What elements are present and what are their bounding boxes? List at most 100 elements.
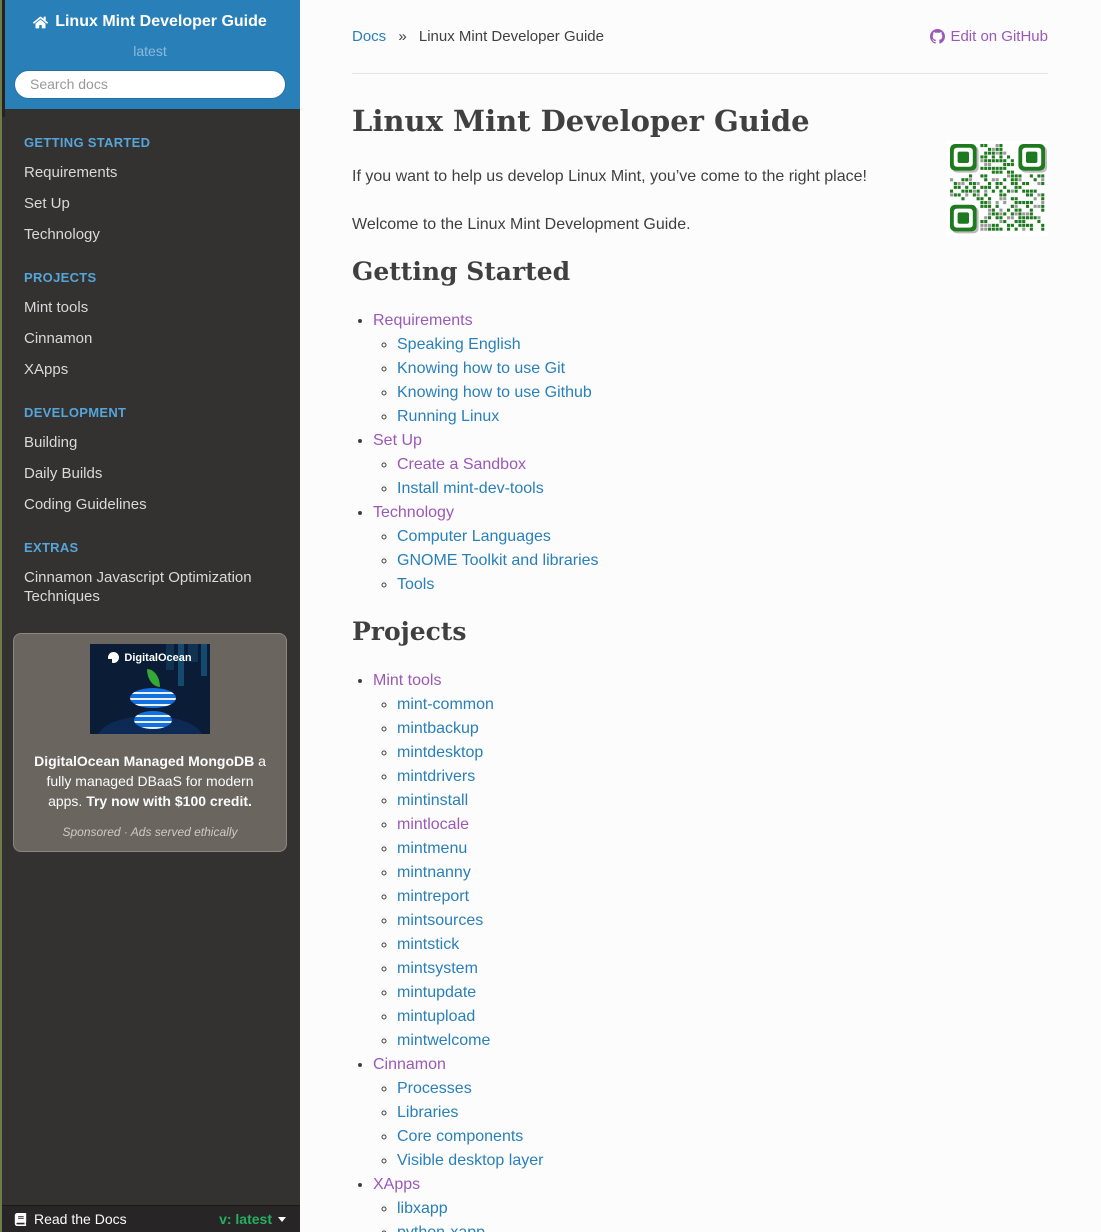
section-heading-projects: Projects <box>352 617 467 646</box>
list-item: mint-common <box>397 693 1048 717</box>
welcome-paragraph: Welcome to the Linux Mint Development Gu… <box>352 216 691 233</box>
window-edge <box>0 0 2 1232</box>
sidebar-item-xapps[interactable]: XApps <box>0 354 300 385</box>
list-item: mintsystem <box>397 957 1048 981</box>
toc-list: Processes Libraries Core components Visible… <box>373 1077 1048 1173</box>
qr-code-image <box>947 141 1048 236</box>
sidebar-item-coding-guidelines[interactable]: Coding Guidelines <box>0 489 300 520</box>
sidebar-item-set-up[interactable]: Set Up <box>0 188 300 219</box>
toc-link-mintmenu[interactable]: mintmenu <box>397 840 467 857</box>
ad-card[interactable]: DigitalOcean DigitalOcean Managed MongoD… <box>13 632 287 852</box>
toc-link-mint-common[interactable]: mint-common <box>397 696 494 713</box>
list-item: Technology Computer Languages GNOME Toolki… <box>373 501 1048 597</box>
toc-link-mint-tools[interactable]: Mint tools <box>373 672 441 689</box>
toc-link-python-xapp[interactable]: python-xapp <box>397 1224 485 1232</box>
toc-link-mintstick[interactable]: mintstick <box>397 936 459 953</box>
list-item: Tools <box>397 573 1048 597</box>
breadcrumb-docs-link[interactable]: Docs <box>352 28 386 45</box>
toc-link-install-mint-dev-tools[interactable]: Install mint-dev-tools <box>397 480 544 497</box>
list-item: Requirements <box>0 157 300 188</box>
toc-link-mintwelcome[interactable]: mintwelcome <box>397 1032 490 1049</box>
toc-getting-started: Requirements Speaking English Knowing how … <box>352 309 1048 597</box>
ad-image[interactable]: DigitalOcean <box>90 643 210 734</box>
list-item: libxapp <box>397 1197 1048 1221</box>
toc-link-set-up[interactable]: Set Up <box>373 432 422 449</box>
list-item: Building <box>0 427 300 458</box>
ad-text[interactable]: DigitalOcean Managed MongoDB a fully man… <box>28 751 272 811</box>
list-item: mintdesktop <box>397 741 1048 765</box>
toc-link-gnome-toolkit-and-libraries[interactable]: GNOME Toolkit and libraries <box>397 552 599 569</box>
toc-link-computer-languages[interactable]: Computer Languages <box>397 528 551 545</box>
database-cylinder-illustration <box>134 710 172 729</box>
breadcrumb-current: Linux Mint Developer Guide <box>418 28 604 45</box>
sidebar-item-technology[interactable]: Technology <box>0 219 300 250</box>
toc-link-create-a-sandbox[interactable]: Create a Sandbox <box>397 456 526 473</box>
intro-paragraph: If you want to help us develop Linux Min… <box>352 168 867 185</box>
toc-link-mintsystem[interactable]: mintsystem <box>397 960 478 977</box>
toc-link-mintupdate[interactable]: mintupdate <box>397 984 476 1001</box>
toc-link-requirements[interactable]: Requirements <box>373 312 473 329</box>
toc-link-mintdrivers[interactable]: mintdrivers <box>397 768 475 785</box>
toc-link-running-linux[interactable]: Running Linux <box>397 408 499 425</box>
toc-link-core-components[interactable]: Core components <box>397 1128 523 1145</box>
toc-link-mintupload[interactable]: mintupload <box>397 1008 475 1025</box>
nav-section-list: Requirements Set Up Technology <box>0 157 300 250</box>
toc-link-libraries[interactable]: Libraries <box>397 1104 458 1121</box>
list-item: Set Up <box>0 188 300 219</box>
toc-link-mintreport[interactable]: mintreport <box>397 888 469 905</box>
toc-list: mint-common mintbackup mintdesktop mintdriv… <box>373 693 1048 1053</box>
sidebar-item-building[interactable]: Building <box>0 427 300 458</box>
nav-section-caption: DEVELOPMENT <box>24 404 127 420</box>
list-item: Coding Guidelines <box>0 489 300 520</box>
list-item: mintmenu <box>397 837 1048 861</box>
project-home-link[interactable]: Linux Mint Developer Guide <box>33 13 267 31</box>
page-root: Linux Mint Developer Guide latest GETTIN… <box>0 0 1101 1232</box>
sidebar-item-requirements[interactable]: Requirements <box>0 157 300 188</box>
caret-down-icon <box>278 1216 286 1222</box>
list-item: Visible desktop layer <box>397 1149 1048 1173</box>
sidebar-item-daily-builds[interactable]: Daily Builds <box>0 458 300 489</box>
list-item: Mint tools <box>0 292 300 323</box>
toc-link-mintdesktop[interactable]: mintdesktop <box>397 744 483 761</box>
toc-link-visible-desktop-layer[interactable]: Visible desktop layer <box>397 1152 543 1169</box>
sidebar-item-cinnamon-javascript-optimization-techniques[interactable]: Cinnamon Javascript Optimization Techniq… <box>0 562 300 612</box>
list-item: mintupload <box>397 1005 1048 1029</box>
toc-link-tools[interactable]: Tools <box>397 576 434 593</box>
version-switcher[interactable]: v: latest <box>219 1211 286 1227</box>
toc-link-mintlocale[interactable]: mintlocale <box>397 816 469 833</box>
list-item: Daily Builds <box>0 458 300 489</box>
toc-link-mintinstall[interactable]: mintinstall <box>397 792 468 809</box>
list-item: mintlocale <box>397 813 1048 837</box>
readthedocs-link[interactable]: Read the Docs <box>14 1211 127 1227</box>
list-item: Computer Languages <box>397 525 1048 549</box>
toc-projects: Mint tools mint-common mintbackup mintdeskt… <box>352 669 1048 1232</box>
toc-link-cinnamon[interactable]: Cinnamon <box>373 1056 446 1073</box>
toc-link-mintbackup[interactable]: mintbackup <box>397 720 479 737</box>
list-item: Set Up Create a Sandbox Install mint-dev-t… <box>373 429 1048 501</box>
toc-link-processes[interactable]: Processes <box>397 1080 472 1097</box>
list-item: XApps <box>0 354 300 385</box>
sidebar-item-cinnamon[interactable]: Cinnamon <box>0 323 300 354</box>
toc-link-mintsources[interactable]: mintsources <box>397 912 483 929</box>
home-icon <box>33 16 49 28</box>
toc-link-technology[interactable]: Technology <box>373 504 454 521</box>
sidebar-nav: GETTING STARTED Requirements Set Up Technol… <box>0 109 300 612</box>
toc-link-knowing-how-to-use-github[interactable]: Knowing how to use Github <box>397 384 592 401</box>
leaf-illustration <box>147 668 160 687</box>
edit-on-github-link[interactable]: Edit on GitHub <box>930 28 1048 45</box>
version-switcher-label: v: latest <box>219 1211 272 1227</box>
toc-link-xapps[interactable]: XApps <box>373 1176 420 1193</box>
toc-link-mintnanny[interactable]: mintnanny <box>397 864 471 881</box>
list-item: mintupdate <box>397 981 1048 1005</box>
toc-link-knowing-how-to-use-git[interactable]: Knowing how to use Git <box>397 360 565 377</box>
sidebar-item-mint-tools[interactable]: Mint tools <box>0 292 300 323</box>
digitalocean-logo-icon <box>108 652 120 663</box>
search-input[interactable] <box>14 69 286 99</box>
list-item: Libraries <box>397 1101 1048 1125</box>
toc-link-speaking-english[interactable]: Speaking English <box>397 336 521 353</box>
toc-link-libxapp[interactable]: libxapp <box>397 1200 448 1217</box>
list-item: XApps libxapp python-xapp <box>373 1173 1048 1232</box>
list-item: GNOME Toolkit and libraries <box>397 549 1048 573</box>
list-item: mintreport <box>397 885 1048 909</box>
main-content: Docs » Linux Mint Developer Guide Edit o… <box>300 0 1101 1232</box>
